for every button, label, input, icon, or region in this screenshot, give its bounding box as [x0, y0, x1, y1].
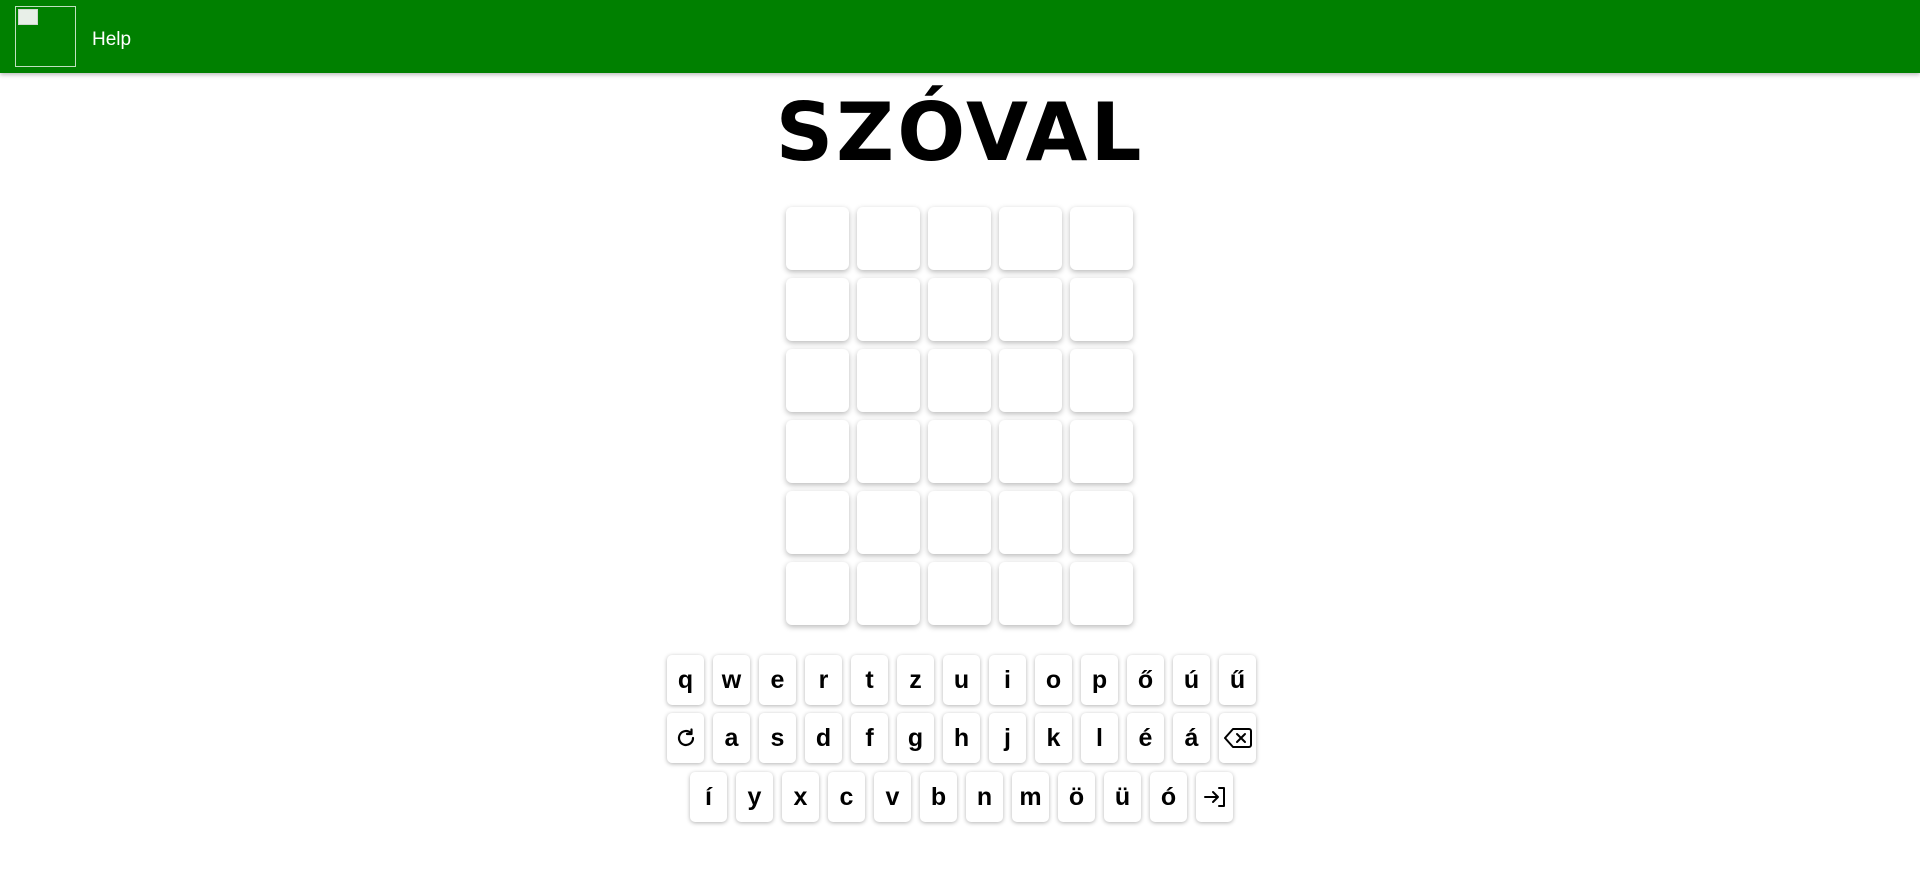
key[interactable]: m	[1012, 772, 1049, 822]
letter-tile	[928, 278, 991, 341]
key[interactable]: ö	[1058, 772, 1095, 822]
letter-tile	[786, 278, 849, 341]
letter-tile	[786, 562, 849, 625]
key[interactable]: a	[713, 713, 750, 763]
key[interactable]: q	[667, 655, 704, 705]
key[interactable]: i	[989, 655, 1026, 705]
key[interactable]: u	[943, 655, 980, 705]
letter-tile	[857, 562, 920, 625]
page-title: SZÓVAL	[775, 86, 1145, 179]
letter-tile	[857, 491, 920, 554]
key-backspace[interactable]	[1219, 713, 1256, 763]
key[interactable]: c	[828, 772, 865, 822]
letter-tile	[1070, 562, 1133, 625]
key[interactable]: h	[943, 713, 980, 763]
key[interactable]: ú	[1173, 655, 1210, 705]
letter-tile	[1070, 278, 1133, 341]
letter-tile	[999, 491, 1062, 554]
letter-tile	[786, 491, 849, 554]
letter-tile	[786, 420, 849, 483]
letter-tile	[928, 562, 991, 625]
key-enter[interactable]	[1196, 772, 1233, 822]
letter-tile	[1070, 349, 1133, 412]
key[interactable]: ó	[1150, 772, 1187, 822]
key[interactable]: ű	[1219, 655, 1256, 705]
key[interactable]: á	[1173, 713, 1210, 763]
key[interactable]: ü	[1104, 772, 1141, 822]
key[interactable]: í	[690, 772, 727, 822]
key[interactable]: z	[897, 655, 934, 705]
key[interactable]: e	[759, 655, 796, 705]
logo-image[interactable]	[15, 6, 76, 67]
letter-tile	[786, 349, 849, 412]
key[interactable]: t	[851, 655, 888, 705]
letter-tile	[928, 420, 991, 483]
key[interactable]: w	[713, 655, 750, 705]
key[interactable]: r	[805, 655, 842, 705]
letter-tile	[999, 349, 1062, 412]
refresh-icon	[674, 726, 698, 750]
letter-tile	[857, 207, 920, 270]
key[interactable]: f	[851, 713, 888, 763]
key[interactable]: k	[1035, 713, 1072, 763]
top-bar: Help	[0, 0, 1920, 73]
letter-tile	[999, 207, 1062, 270]
letter-tile	[999, 562, 1062, 625]
key[interactable]: l	[1081, 713, 1118, 763]
key[interactable]: g	[897, 713, 934, 763]
key[interactable]: n	[966, 772, 1003, 822]
key[interactable]: x	[782, 772, 819, 822]
backspace-icon	[1223, 727, 1252, 749]
broken-image-icon	[18, 9, 38, 25]
letter-tile	[857, 278, 920, 341]
letter-tile	[857, 349, 920, 412]
key[interactable]: d	[805, 713, 842, 763]
key[interactable]: b	[920, 772, 957, 822]
letter-tile	[1070, 420, 1133, 483]
key[interactable]: y	[736, 772, 773, 822]
key[interactable]: v	[874, 772, 911, 822]
letter-tile	[928, 207, 991, 270]
key[interactable]: j	[989, 713, 1026, 763]
enter-icon	[1202, 785, 1228, 809]
key[interactable]: ő	[1127, 655, 1164, 705]
key[interactable]: s	[759, 713, 796, 763]
key[interactable]: p	[1081, 655, 1118, 705]
letter-tile	[1070, 207, 1133, 270]
letter-tile	[928, 349, 991, 412]
letter-tile	[1070, 491, 1133, 554]
help-link[interactable]: Help	[92, 29, 131, 51]
letter-tile	[999, 420, 1062, 483]
letter-tile	[999, 278, 1062, 341]
letter-tile	[928, 491, 991, 554]
key[interactable]: o	[1035, 655, 1072, 705]
letter-tile	[786, 207, 849, 270]
key[interactable]: é	[1127, 713, 1164, 763]
key-refresh[interactable]	[667, 713, 704, 763]
letter-tile	[857, 420, 920, 483]
